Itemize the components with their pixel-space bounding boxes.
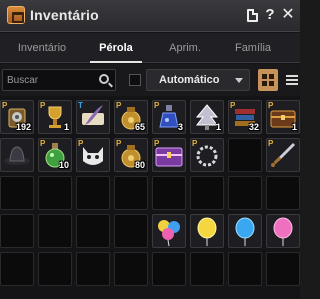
inventory-slot[interactable] [190, 252, 224, 286]
sort-dropdown-label: Automático [159, 74, 220, 86]
inventory-slot[interactable] [38, 176, 72, 210]
inventory-slot[interactable] [228, 176, 262, 210]
tab-aprim[interactable]: Aprim. [152, 33, 218, 63]
item-badge: P [154, 139, 160, 148]
item-quantity: 32 [248, 122, 259, 132]
item-quantity: 80 [134, 160, 145, 170]
inventory-slot[interactable] [38, 214, 72, 248]
list-view-button[interactable] [283, 69, 300, 91]
inventory-slot[interactable]: P3 [152, 100, 186, 134]
tab-familia[interactable]: Família [218, 33, 288, 63]
help-icon[interactable]: ? [262, 6, 278, 24]
inventory-slot[interactable]: T [76, 100, 110, 134]
item-quantity: 192 [15, 122, 31, 132]
dark-hat-icon [1, 139, 33, 171]
item-badge: T [78, 101, 83, 110]
inventory-window: Inventário ? ✕ Inventário Pérola Aprim. … [0, 0, 300, 299]
item-badge: P [154, 101, 160, 110]
item-badge: P [40, 139, 46, 148]
inventory-slot[interactable] [76, 214, 110, 248]
inventory-slot[interactable]: 1 [190, 100, 224, 134]
inventory-slot[interactable] [0, 176, 34, 210]
item-badge: P [78, 139, 84, 148]
inventory-slot[interactable]: P 32 [228, 100, 262, 134]
item-quantity: 1 [215, 122, 221, 132]
inventory-slot[interactable] [76, 252, 110, 286]
search-box [2, 69, 116, 91]
item-badge: P [192, 139, 198, 148]
document-icon[interactable] [244, 6, 260, 24]
inventory-slot[interactable] [228, 138, 262, 172]
item-badge: P [230, 101, 236, 110]
inventory-slot[interactable] [114, 252, 148, 286]
inventory-slot[interactable] [228, 214, 262, 248]
inventory-slot[interactable] [0, 252, 34, 286]
tab-bar: Inventário Pérola Aprim. Família [0, 33, 300, 63]
inventory-slot[interactable]: P [152, 138, 186, 172]
inventory-slot[interactable] [152, 214, 186, 248]
filter-checkbox[interactable] [129, 74, 141, 86]
inventory-slot[interactable] [266, 214, 300, 248]
item-quantity: 3 [177, 122, 183, 132]
chevron-down-icon [235, 78, 243, 83]
close-icon[interactable]: ✕ [280, 6, 296, 24]
tab-perola[interactable]: Pérola [84, 33, 148, 63]
inventory-grid: P 192 P 1 T P 65 P 3 1 P 32 P 1 P 10 P P 80 P P P [0, 98, 300, 299]
yellow-balloon-icon [191, 215, 223, 247]
inventory-slot[interactable] [266, 176, 300, 210]
inventory-slot[interactable] [114, 176, 148, 210]
inventory-slot[interactable] [190, 214, 224, 248]
toolbar: Automático [0, 64, 300, 96]
inventory-slot[interactable]: P [190, 138, 224, 172]
item-badge: P [2, 101, 8, 110]
inventory-slot[interactable]: P 80 [114, 138, 148, 172]
inventory-slot[interactable] [76, 176, 110, 210]
inventory-slot[interactable] [190, 176, 224, 210]
tab-inventario[interactable]: Inventário [0, 33, 84, 63]
inventory-slot[interactable] [38, 252, 72, 286]
item-badge: P [268, 139, 274, 148]
item-quantity: 10 [58, 160, 69, 170]
inventory-slot[interactable] [0, 214, 34, 248]
inventory-slot[interactable]: P 192 [0, 100, 34, 134]
item-quantity: 65 [134, 122, 145, 132]
balloon-bundle-icon [153, 215, 185, 247]
inventory-slot[interactable] [0, 138, 34, 172]
item-badge: P [268, 101, 274, 110]
item-quantity: 1 [291, 122, 297, 132]
search-icon[interactable] [99, 74, 109, 84]
inventory-slot[interactable] [152, 176, 186, 210]
inventory-slot[interactable]: P 65 [114, 100, 148, 134]
inventory-slot[interactable] [114, 214, 148, 248]
blue-balloon-icon [229, 215, 261, 247]
window-title: Inventário [30, 7, 99, 23]
inventory-slot[interactable]: P [76, 138, 110, 172]
sort-dropdown[interactable]: Automático [146, 69, 250, 91]
search-input[interactable] [7, 73, 93, 88]
inventory-slot[interactable] [228, 252, 262, 286]
inventory-slot[interactable]: P1 [266, 100, 300, 134]
pink-balloon-icon [267, 215, 299, 247]
backpack-icon [7, 6, 25, 24]
inventory-slot[interactable]: P 10 [38, 138, 72, 172]
inventory-slot[interactable]: P1 [38, 100, 72, 134]
inventory-slot[interactable]: P [266, 138, 300, 172]
item-badge: P [116, 139, 122, 148]
inventory-slot[interactable] [266, 252, 300, 286]
inventory-slot[interactable] [152, 252, 186, 286]
item-badge: P [40, 101, 46, 110]
grid-view-button[interactable] [258, 69, 278, 91]
item-badge: P [116, 101, 122, 110]
item-quantity: 1 [63, 122, 69, 132]
title-bar[interactable]: Inventário ? ✕ [0, 0, 300, 32]
